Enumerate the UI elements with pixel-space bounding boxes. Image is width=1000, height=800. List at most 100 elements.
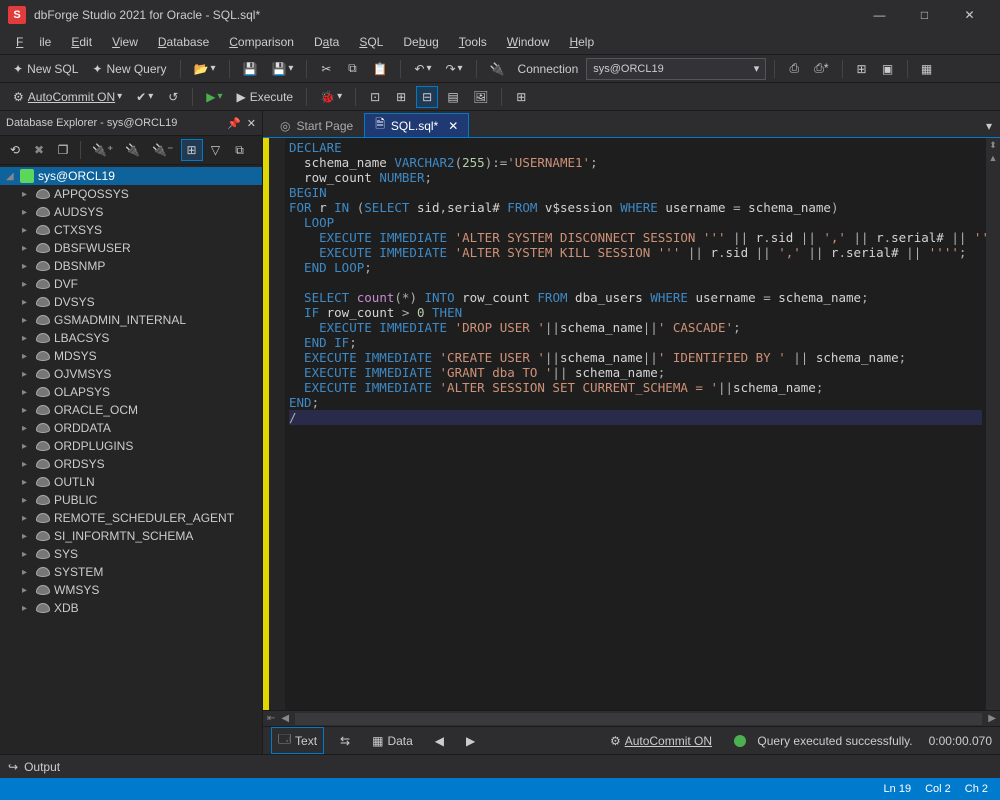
open-button[interactable]: 📂▾ xyxy=(189,58,221,80)
copy-button[interactable]: ⧉ xyxy=(341,58,363,80)
tree-node[interactable]: ▸DBSNMP xyxy=(0,257,262,275)
tb2-icon-4[interactable]: ▤ xyxy=(442,86,464,108)
explorer-tree[interactable]: ◢ sys@ORCL19 ▸APPQOSSYS▸AUDSYS▸CTXSYS▸DB… xyxy=(0,165,262,754)
menu-sql[interactable]: SQL xyxy=(351,32,391,52)
tree-node[interactable]: ▸ORACLE_OCM xyxy=(0,401,262,419)
scroll-right-icon[interactable]: ▶ xyxy=(988,713,996,724)
undo-button[interactable]: ↶▾ xyxy=(409,58,436,80)
result-text-tab[interactable]: 🗔 Text xyxy=(271,727,324,754)
vertical-scrollbar[interactable]: ⬍ ▲ xyxy=(986,138,1000,710)
tree-node[interactable]: ▸REMOTE_SCHEDULER_AGENT xyxy=(0,509,262,527)
tb-icon-5[interactable]: ▦ xyxy=(916,58,938,80)
menu-comparison[interactable]: Comparison xyxy=(221,32,302,52)
tb2-icon-3[interactable]: ⊟ xyxy=(416,86,438,108)
tb2-icon-6[interactable]: ⊞ xyxy=(510,86,532,108)
pin-icon[interactable]: 📌 xyxy=(227,117,241,130)
tree-node[interactable]: ▸ORDPLUGINS xyxy=(0,437,262,455)
tree-node[interactable]: ▸XDB xyxy=(0,599,262,617)
tree-node[interactable]: ▸DVSYS xyxy=(0,293,262,311)
execute-button[interactable]: ▶▾ xyxy=(201,86,227,108)
tab-sql[interactable]: 🗎 SQL.sql*✕ xyxy=(364,113,469,137)
tb-icon-3[interactable]: ⊞ xyxy=(851,58,873,80)
tree-root[interactable]: ◢ sys@ORCL19 xyxy=(0,167,262,185)
tab-close-icon[interactable]: ✕ xyxy=(448,119,458,133)
menu-window[interactable]: Window xyxy=(499,32,558,52)
tree-node[interactable]: ▸LBACSYS xyxy=(0,329,262,347)
connection-dropdown[interactable]: sys@ORCL19▾ xyxy=(586,58,766,80)
tree-node[interactable]: ▸DBSFWUSER xyxy=(0,239,262,257)
tree-node[interactable]: ▸SYS xyxy=(0,545,262,563)
result-next-icon[interactable]: ▶ xyxy=(460,732,481,750)
grid-icon[interactable]: ⊞ xyxy=(181,139,203,161)
rollback-button[interactable]: ↺ xyxy=(162,86,184,108)
panel-close-icon[interactable]: ✕ xyxy=(247,117,256,130)
copy-icon[interactable]: ⧉ xyxy=(229,139,251,161)
scroll-up-icon[interactable]: ▲ xyxy=(989,153,998,163)
menu-view[interactable]: View xyxy=(104,32,146,52)
minimize-button[interactable]: ― xyxy=(857,0,902,30)
commit-button[interactable]: ✔▾ xyxy=(131,86,158,108)
tree-node[interactable]: ▸AUDSYS xyxy=(0,203,262,221)
tree-node[interactable]: ▸CTXSYS xyxy=(0,221,262,239)
tree-node[interactable]: ▸ORDSYS xyxy=(0,455,262,473)
tb2-icon-1[interactable]: ⊡ xyxy=(364,86,386,108)
tb2-icon-2[interactable]: ⊞ xyxy=(390,86,412,108)
tree-node[interactable]: ▸OUTLN xyxy=(0,473,262,491)
horizontal-scrollbar[interactable]: ⇤ ◀ ▶ xyxy=(263,710,1000,726)
tree-node[interactable]: ▸SYSTEM xyxy=(0,563,262,581)
menu-tools[interactable]: Tools xyxy=(451,32,495,52)
tab-start-page[interactable]: ◎ Start Page xyxy=(269,113,364,137)
tb2-icon-5[interactable]: 🖼 xyxy=(468,86,493,108)
menu-data[interactable]: Data xyxy=(306,32,347,52)
result-prev-icon[interactable]: ◀ xyxy=(429,732,450,750)
connection-icon[interactable]: 🔌 xyxy=(485,58,510,80)
new-sql-button[interactable]: ✦ New SQL xyxy=(8,58,83,80)
output-tab[interactable]: ↪ Output xyxy=(0,754,1000,778)
tree-node[interactable]: ▸GSMADMIN_INTERNAL xyxy=(0,311,262,329)
plug-icon[interactable]: 🔌 xyxy=(120,139,145,161)
result-autocommit[interactable]: ⚙ AutoCommit ON xyxy=(604,732,718,750)
scroll-left-icon[interactable]: ◀ xyxy=(281,713,289,724)
tabs-menu-icon[interactable]: ▾ xyxy=(978,115,1000,137)
code-editor[interactable]: DECLARE schema_name VARCHAR2(255):='USER… xyxy=(263,137,1000,710)
redo-button[interactable]: ↷▾ xyxy=(440,58,467,80)
result-swap-icon[interactable]: ⇆ xyxy=(334,732,356,750)
split-up-icon[interactable]: ⬍ xyxy=(989,140,997,151)
paste-button[interactable]: 📋 xyxy=(367,58,392,80)
tb-icon-4[interactable]: ▣ xyxy=(877,58,899,80)
tb-icon-1[interactable]: ⎙ xyxy=(783,58,805,80)
menu-database[interactable]: Database xyxy=(150,32,217,52)
filter-icon[interactable]: ▽ xyxy=(205,139,227,161)
menu-help[interactable]: Help xyxy=(561,32,602,52)
window-icon[interactable]: ❐ xyxy=(52,139,74,161)
tree-node[interactable]: ▸SI_INFORMTN_SCHEMA xyxy=(0,527,262,545)
menu-edit[interactable]: Edit xyxy=(63,32,100,52)
autocommit-button[interactable]: ⚙ AutoCommit ON▾ xyxy=(8,86,127,108)
close-button[interactable]: ✕ xyxy=(947,0,992,30)
tree-node[interactable]: ▸APPQOSSYS xyxy=(0,185,262,203)
refresh-icon[interactable]: ⟲ xyxy=(4,139,26,161)
tree-node[interactable]: ▸WMSYS xyxy=(0,581,262,599)
cut-button[interactable]: ✂ xyxy=(315,58,337,80)
save-all-button[interactable]: 💾▾ xyxy=(266,58,298,80)
tree-node[interactable]: ▸ORDDATA xyxy=(0,419,262,437)
tree-node[interactable]: ▸PUBLIC xyxy=(0,491,262,509)
hsplit-icon[interactable]: ⇤ xyxy=(267,713,275,724)
maximize-button[interactable]: □ xyxy=(902,0,947,30)
save-button[interactable]: 💾 xyxy=(238,58,263,80)
menu-debug[interactable]: Debug xyxy=(395,32,446,52)
tree-node[interactable]: ▸MDSYS xyxy=(0,347,262,365)
debug-button[interactable]: 🐞▾ xyxy=(315,86,347,108)
plug-remove-icon[interactable]: 🔌⁻ xyxy=(147,139,178,161)
tree-node[interactable]: ▸DVF xyxy=(0,275,262,293)
tree-node[interactable]: ▸OJVMSYS xyxy=(0,365,262,383)
menu-file[interactable]: File xyxy=(8,32,59,52)
code-area[interactable]: DECLARE schema_name VARCHAR2(255):='USER… xyxy=(285,138,986,710)
tree-node[interactable]: ▸OLAPSYS xyxy=(0,383,262,401)
tb-icon-2[interactable]: ⎙* xyxy=(809,58,833,80)
result-data-tab[interactable]: ▦ Data xyxy=(366,732,419,750)
plug-add-icon[interactable]: 🔌⁺ xyxy=(87,139,118,161)
delete-icon[interactable]: ✖ xyxy=(28,139,50,161)
new-query-button[interactable]: ✦ New Query xyxy=(87,58,171,80)
execute-label-button[interactable]: ▶ Execute xyxy=(232,86,299,108)
